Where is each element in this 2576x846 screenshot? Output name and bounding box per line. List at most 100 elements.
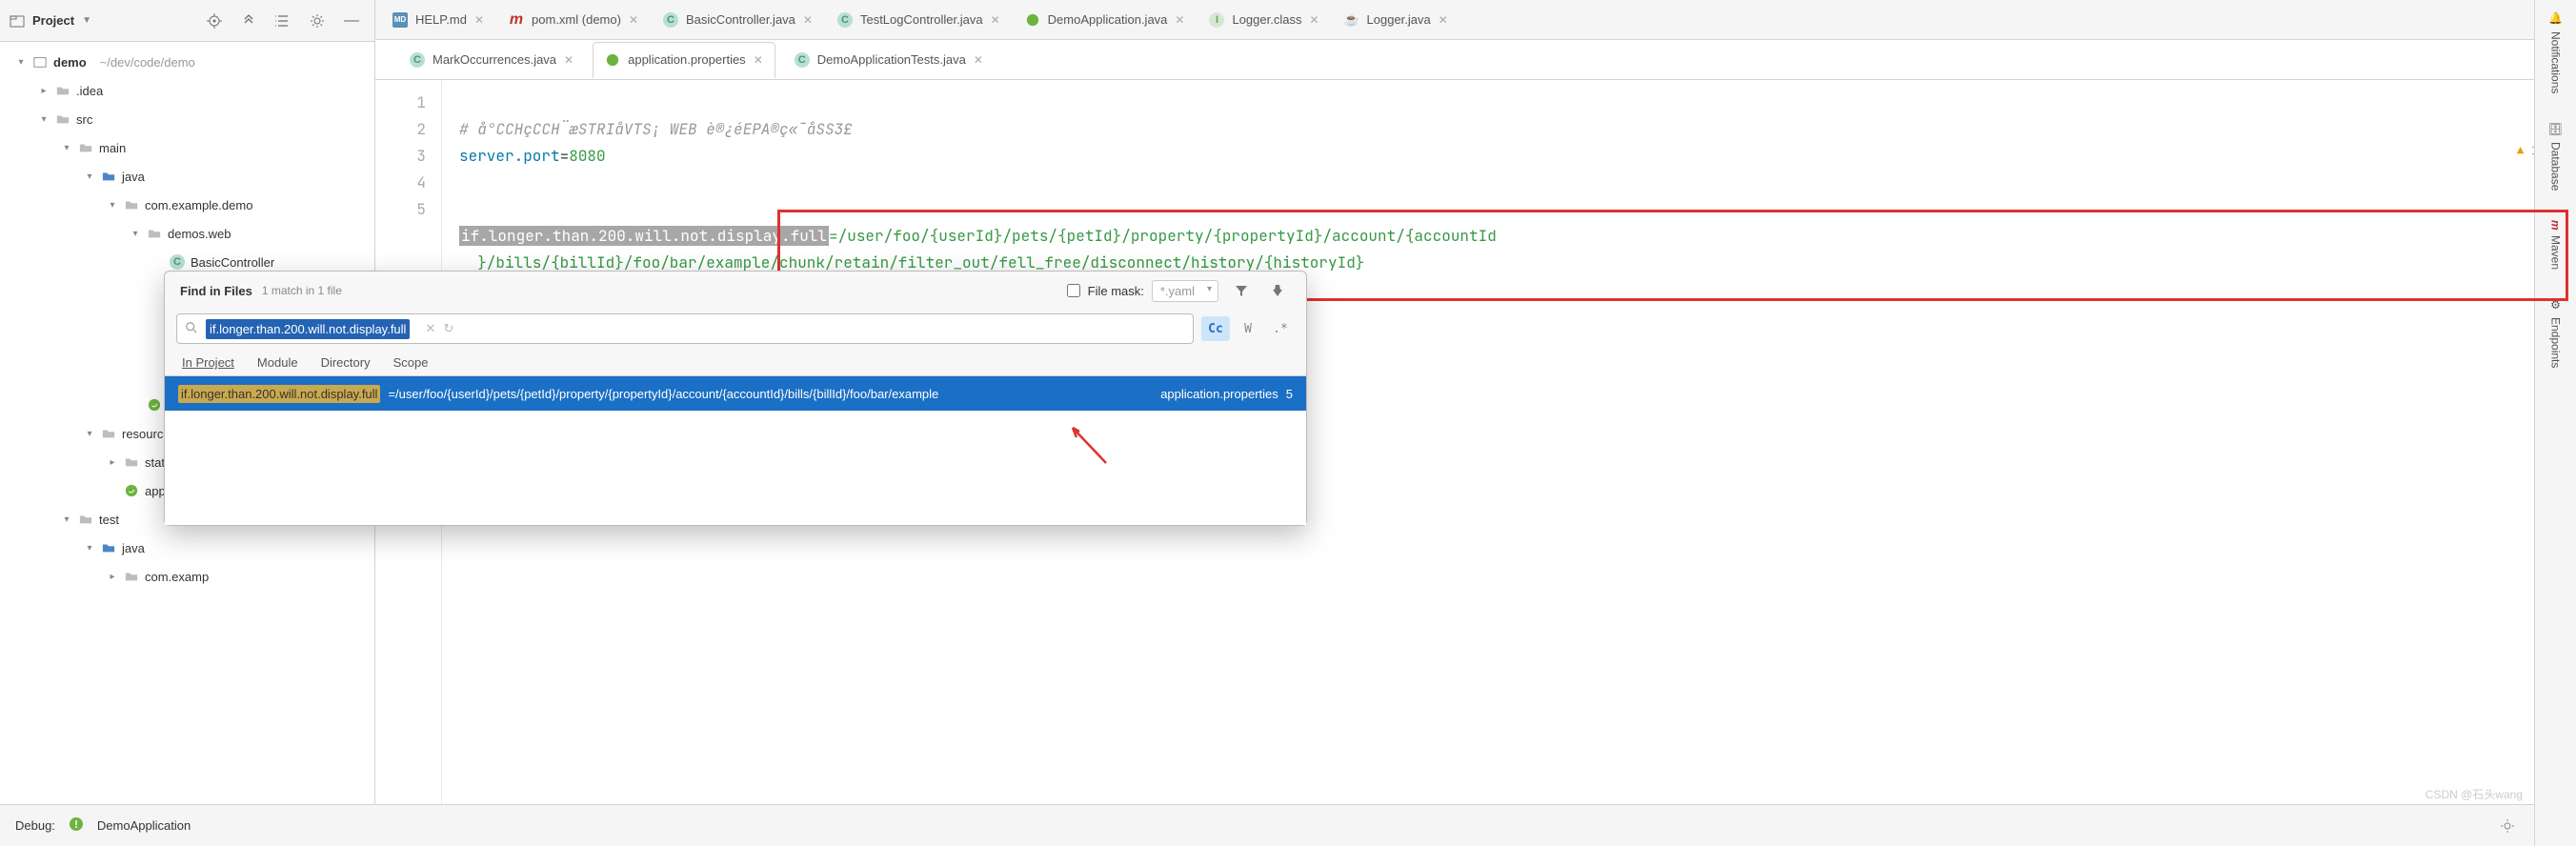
expand-all-icon[interactable] (235, 8, 262, 34)
file-mask-group[interactable]: File mask: *.yaml (1067, 280, 1218, 302)
tree-twisty-icon[interactable]: ▸ (107, 572, 118, 582)
clear-icon[interactable]: ✕ (425, 321, 435, 336)
warning-icon: ▲ (2517, 137, 2524, 164)
java-file-icon: ☕ (1344, 12, 1359, 28)
pin-icon[interactable] (1264, 277, 1291, 304)
collapse-all-icon[interactable] (270, 8, 296, 34)
tree-item[interactable]: ▾src (6, 105, 374, 133)
interface-icon: I (1209, 12, 1224, 28)
editor-tab[interactable]: DemoApplication.java✕ (1014, 2, 1197, 38)
spring-icon (1025, 12, 1040, 28)
editor-tab[interactable]: mpom.xml (demo)✕ (497, 2, 650, 38)
editor-tab[interactable]: CMarkOccurrences.java✕ (398, 42, 585, 78)
tree-twisty-icon[interactable]: ▾ (15, 57, 27, 68)
tool-notifications[interactable]: 🔔Notifications (2549, 11, 2563, 93)
code-line-2: server.port=8080 (459, 146, 606, 166)
tree-twisty-icon[interactable]: ▾ (130, 229, 141, 239)
tree-item[interactable]: ▾java (6, 162, 374, 191)
tree-item[interactable]: ▸ .idea (6, 76, 374, 105)
tree-twisty-icon[interactable]: ▾ (84, 171, 95, 182)
close-icon[interactable]: ✕ (991, 13, 1000, 27)
editor-tab[interactable]: ☕ Logger.java ✕ (1333, 2, 1459, 38)
editor-tab[interactable]: MDHELP.md✕ (381, 2, 495, 38)
tree-twisty-icon[interactable]: ▾ (107, 200, 118, 211)
editor-tabs-row-1: MDHELP.md✕mpom.xml (demo)✕CBasicControll… (375, 0, 2576, 40)
tab-label: DemoApplicationTests.java (817, 52, 966, 67)
tool-maven[interactable]: mMaven (2549, 220, 2563, 271)
close-icon[interactable]: ✕ (1309, 13, 1318, 27)
editor-tab[interactable]: CTestLogController.java✕ (826, 2, 1012, 38)
editor-tab[interactable]: application.properties✕ (593, 42, 775, 78)
close-icon[interactable]: ✕ (1175, 13, 1184, 27)
editor-tab[interactable]: CDemoApplicationTests.java✕ (783, 42, 995, 78)
tree-item[interactable]: ▸ com.examp (6, 562, 374, 591)
tree-label: .idea (76, 84, 103, 98)
gear-icon[interactable] (304, 8, 331, 34)
code-line-5: if.longer.than.200.will.not.display.full… (459, 226, 1497, 272)
debug-config-name[interactable]: DemoApplication (97, 818, 191, 833)
folder-icon (101, 426, 116, 441)
tree-item[interactable]: ▾ demos.web (6, 219, 374, 248)
close-icon[interactable]: ✕ (629, 13, 638, 27)
tree-twisty-icon[interactable]: ▾ (38, 114, 50, 125)
find-input[interactable]: if.longer.than.200.will.not.display.full… (176, 313, 1194, 344)
tab-label: pom.xml (demo) (532, 12, 621, 27)
find-result-row[interactable]: if.longer.than.200.will.not.display.full… (165, 376, 1306, 411)
debug-settings-icon[interactable] (2494, 813, 2521, 839)
right-tool-strip: 🔔Notifications 🗄Database mMaven ⚙Endpoin… (2534, 0, 2576, 846)
debug-bar: Debug: DemoApplication — (0, 804, 2576, 846)
tree-twisty-icon[interactable]: ▸ (38, 86, 50, 96)
project-dropdown-icon[interactable]: ▼ (82, 15, 91, 26)
close-icon[interactable]: ✕ (974, 53, 983, 67)
tree-twisty-icon[interactable]: ▾ (61, 514, 72, 525)
result-match-rest: =/user/foo/{userId}/pets/{petId}/propert… (388, 387, 938, 401)
annotation-arrow-icon (1058, 420, 1116, 468)
tab-scope[interactable]: Scope (393, 355, 429, 370)
result-match-key: if.longer.than.200.will.not.display.full (178, 385, 380, 403)
tree-item[interactable]: ▾java (6, 534, 374, 562)
tree-twisty-icon[interactable]: ▾ (61, 143, 72, 153)
folder-icon (55, 111, 70, 127)
tab-directory[interactable]: Directory (321, 355, 371, 370)
tab-label: Logger.java (1367, 12, 1431, 27)
class-icon: C (170, 254, 185, 270)
tree-label: demos.web (168, 227, 231, 241)
folder-icon (78, 512, 93, 527)
history-icon[interactable]: ↻ (443, 321, 453, 336)
spring-boot-icon (69, 816, 84, 835)
tree-label: demo (53, 55, 87, 70)
filter-icon[interactable] (1228, 277, 1255, 304)
tree-item[interactable]: ▾com.example.demo (6, 191, 374, 219)
tree-twisty-icon[interactable]: ▾ (84, 429, 95, 439)
file-mask-checkbox[interactable] (1067, 284, 1080, 297)
tool-endpoints[interactable]: ⚙Endpoints (2549, 298, 2563, 368)
tool-database[interactable]: 🗄Database (2549, 122, 2563, 191)
tab-module[interactable]: Module (257, 355, 298, 370)
search-icon (185, 321, 198, 337)
tree-twisty-icon[interactable]: ▾ (84, 543, 95, 554)
whole-words-toggle[interactable]: W (1234, 316, 1262, 341)
find-toggles: Cc W .* (1201, 316, 1295, 341)
tree-label: com.examp (145, 570, 209, 584)
close-icon[interactable]: ✕ (754, 53, 763, 67)
editor-tab[interactable]: CBasicController.java✕ (652, 2, 824, 38)
match-case-toggle[interactable]: Cc (1201, 316, 1230, 341)
tree-path: ~/dev/code/demo (100, 55, 195, 70)
close-icon[interactable]: ✕ (474, 13, 484, 27)
close-icon[interactable]: ✕ (1439, 13, 1448, 27)
editor-tab[interactable]: ILogger.class✕ (1197, 2, 1330, 38)
tree-item[interactable]: ▾ demo ~/dev/code/demo (6, 48, 374, 76)
file-mask-select[interactable]: *.yaml (1152, 280, 1218, 302)
tree-twisty-icon[interactable]: ▸ (107, 457, 118, 468)
close-icon[interactable]: ✕ (803, 13, 813, 27)
locate-icon[interactable] (201, 8, 228, 34)
close-icon[interactable]: ✕ (564, 53, 574, 67)
debug-label: Debug: (15, 818, 55, 833)
regex-toggle[interactable]: .* (1266, 316, 1295, 341)
folder-icon (124, 454, 139, 470)
spring-icon (605, 52, 620, 68)
hide-icon[interactable]: — (338, 8, 365, 34)
tree-label: test (99, 513, 119, 527)
tab-in-project[interactable]: In Project (182, 355, 234, 370)
tree-item[interactable]: ▾main (6, 133, 374, 162)
